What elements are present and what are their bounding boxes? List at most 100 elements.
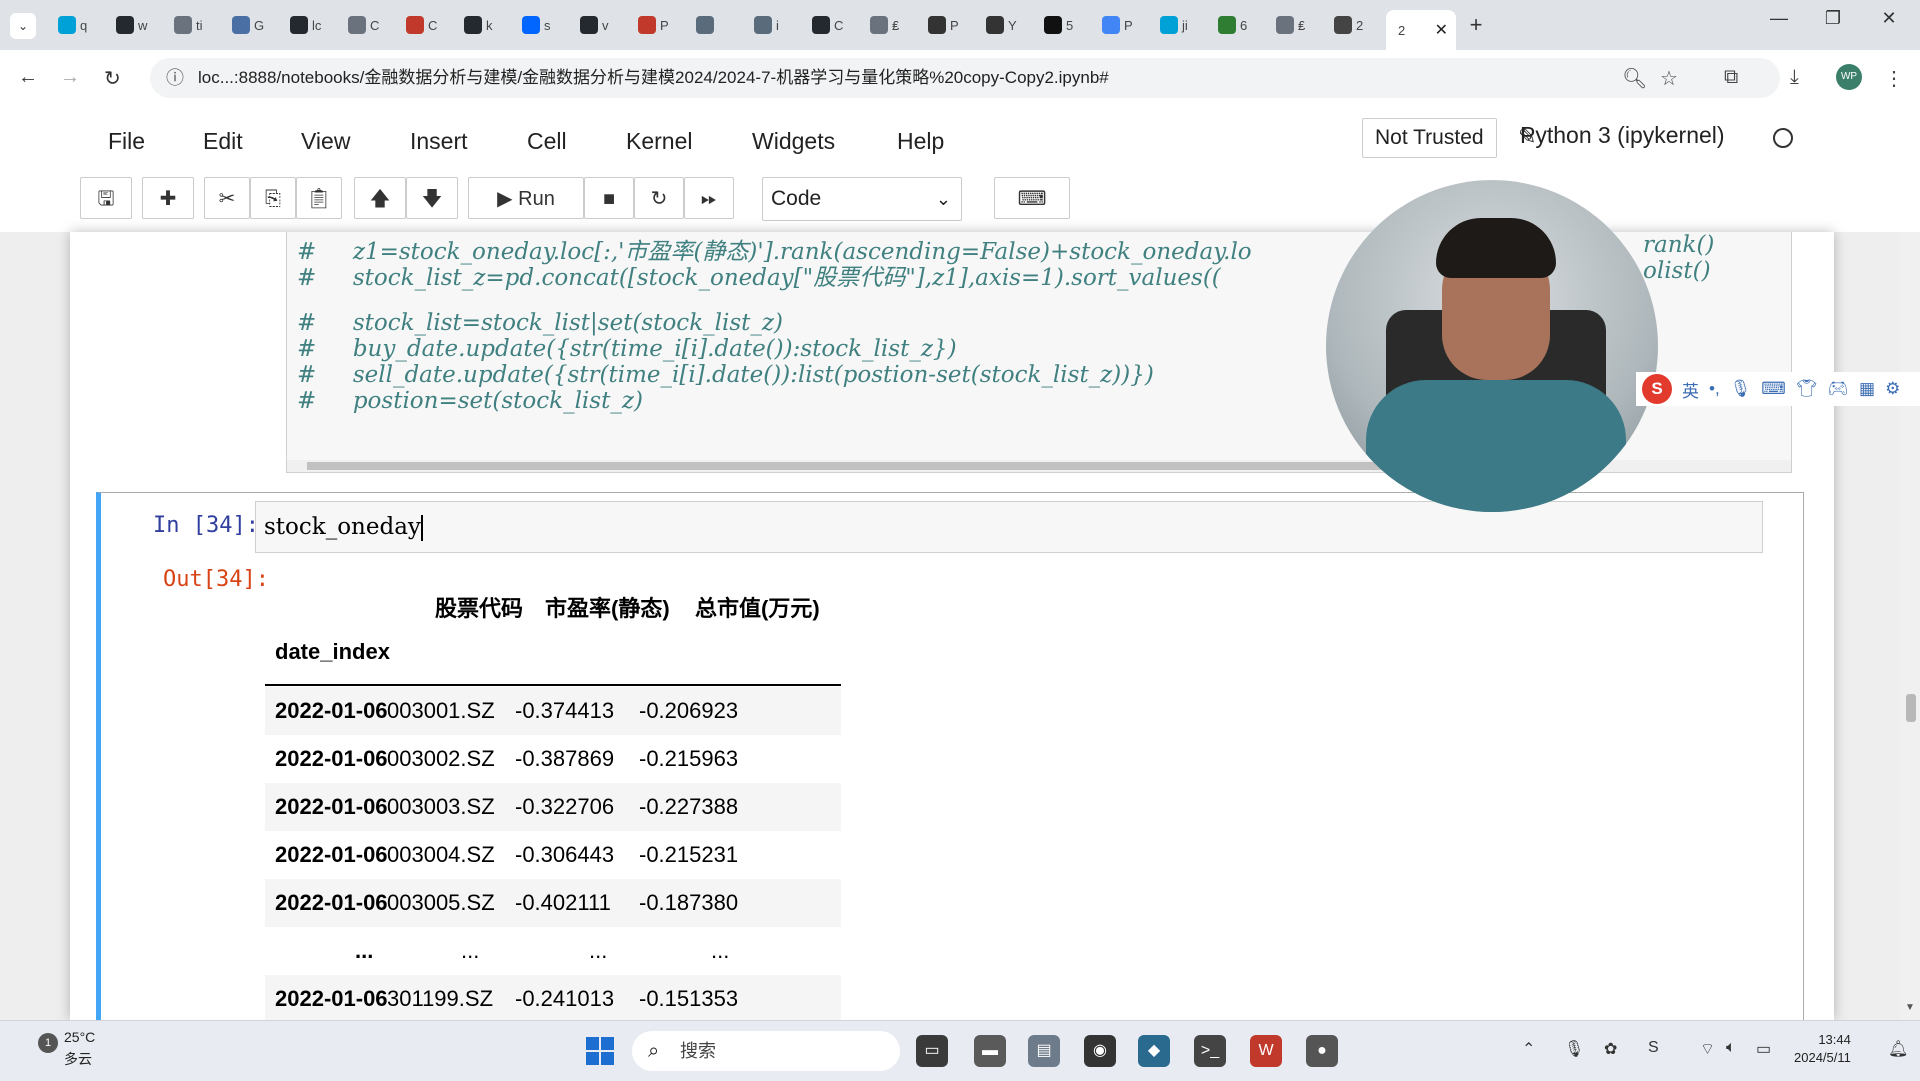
menu-file[interactable]: File [108,128,145,155]
browser-tab[interactable]: ₤ [1270,10,1328,40]
run-button[interactable]: ▶ Run [468,177,584,219]
browser-tab[interactable]: Y [980,10,1038,40]
cell-type-select[interactable]: Code ⌄ [762,177,962,221]
browser-tab-active[interactable]: 2 ✕ [1386,10,1456,50]
browser-tab[interactable]: C [806,10,864,40]
file-explorer-icon[interactable]: ▬ [974,1035,1006,1067]
scrollbar-thumb[interactable] [307,462,1407,470]
sogou-ime-logo-icon[interactable]: S [1642,374,1672,404]
terminal-icon[interactable]: >_ [1194,1035,1226,1067]
site-info-icon[interactable]: ⓘ [166,58,184,98]
settings-gear-icon[interactable]: ⚙ [1885,379,1900,399]
notification-icon[interactable]: 🔔︎ [1888,1039,1908,1059]
browser-tab[interactable]: 5 [1038,10,1096,40]
skin-icon[interactable]: 👕︎ [1796,379,1818,399]
battery-icon[interactable]: ▭ [1756,1039,1771,1059]
volume-icon[interactable]: 🔈︎ [1726,1039,1736,1057]
tray-ime-icon[interactable]: S [1648,1039,1659,1057]
tab-title: G [254,17,265,33]
forward-icon[interactable]: → [60,66,80,89]
browser-tab[interactable]: k [458,10,516,40]
reload-icon[interactable]: ↻ [104,66,121,91]
browser-tab[interactable]: q [52,10,110,40]
browser-tab[interactable]: 2 [1328,10,1386,40]
start-windows-icon[interactable] [586,1037,614,1065]
menu-cell[interactable]: Cell [527,128,567,155]
browser-tab[interactable]: P [1096,10,1154,40]
tray-mic-icon[interactable]: 🎙︎ [1564,1039,1584,1059]
browser-tab[interactable]: s [516,10,574,40]
browser-tab[interactable]: ji [1154,10,1212,40]
zoom-icon[interactable]: 🔍︎ [1622,66,1647,91]
punctuation-icon[interactable]: •, [1709,379,1720,399]
back-icon[interactable]: ← [18,66,38,89]
system-clock[interactable]: 13:44 2024/5/11 [1794,1031,1851,1067]
browser-tab[interactable]: P [922,10,980,40]
move-down-icon[interactable]: 🡇 [406,177,458,219]
chrome-icon[interactable]: ◉ [1084,1035,1116,1067]
tab-search-chevron-icon[interactable]: ⌄ [10,13,36,39]
browser-tab[interactable]: P [632,10,690,40]
task-view-icon[interactable]: ▭ [916,1035,948,1067]
close-tab-icon[interactable]: ✕ [1435,20,1448,40]
browser-tab[interactable] [690,10,748,40]
browser-tab[interactable]: C [400,10,458,40]
bookmark-star-icon[interactable]: ☆ [1660,66,1678,91]
toolbox-icon[interactable]: ▦ [1859,379,1875,399]
ime-language[interactable]: 英 [1682,377,1699,402]
extensions-icon[interactable]: ⧉ [1724,66,1738,89]
close-window-icon[interactable]: ✕ [1866,8,1912,29]
menu-view[interactable]: View [301,128,350,155]
trust-status-button[interactable]: Not Trusted [1362,118,1497,158]
menu-insert[interactable]: Insert [410,128,468,155]
browser-tab[interactable]: G [226,10,284,40]
menu-kernel[interactable]: Kernel [626,128,692,155]
kernel-name[interactable]: Python 3 (ipykernel) [1520,122,1725,149]
url-field[interactable]: ⓘ loc⁠.⁠.⁠.⁠:8⁠8⁠8⁠8/⁠n⁠o⁠t⁠ebooks/金融数据分… [150,58,1780,98]
menu-edit[interactable]: Edit [203,128,243,155]
restart-run-all-icon[interactable]: ⏩︎ [684,177,734,219]
table-cell: -0.306443 [515,842,615,867]
scrollbar-thumb[interactable] [1906,694,1916,722]
menu-help[interactable]: Help [897,128,944,155]
profile-avatar[interactable]: WP [1836,64,1862,90]
restore-icon[interactable]: ❐ [1810,8,1856,29]
restart-icon[interactable]: ↻ [634,177,684,219]
microphone-icon[interactable]: 🎙︎ [1730,379,1752,399]
active-code-cell[interactable]: In [34]: stock_oneday Out[34]: 股票代码 市盈率(… [96,492,1804,1020]
page-vertical-scrollbar[interactable]: ▼ [1900,232,1920,1020]
browser-tab[interactable]: lc [284,10,342,40]
browser-menu-icon[interactable]: ⋮ [1884,66,1904,91]
browser-tab[interactable]: 6 [1212,10,1270,40]
browser-tab[interactable]: ti [168,10,226,40]
record-icon[interactable]: ● [1306,1035,1338,1067]
tray-overflow-icon[interactable]: ⌃ [1522,1039,1535,1059]
scroll-down-arrow-icon[interactable]: ▼ [1905,1002,1915,1013]
download-icon[interactable]: ⤓ [1790,66,1799,89]
new-tab-icon[interactable]: + [1456,10,1496,40]
insert-cell-icon[interactable]: ✚ [142,177,194,219]
browser-tab[interactable]: i [748,10,806,40]
fork-icon [174,16,192,34]
app-icon[interactable]: ◆ [1138,1035,1170,1067]
browser-tab[interactable]: C [342,10,400,40]
app-icon[interactable]: ▤ [1028,1035,1060,1067]
browser-tab[interactable]: v [574,10,632,40]
move-up-icon[interactable]: 🡅 [354,177,406,219]
wifi-icon[interactable]: ⌔ [1700,1039,1715,1059]
minimize-icon[interactable]: — [1756,8,1802,29]
menu-widgets[interactable]: Widgets [752,128,835,155]
cut-icon[interactable]: ✂ [204,177,250,219]
game-icon[interactable]: 🎮︎ [1827,379,1849,399]
browser-tab[interactable]: w [110,10,168,40]
taskbar-search[interactable]: ⌕ 搜索 [632,1031,900,1071]
keyboard-shortcuts-icon[interactable]: ⌨ [994,177,1070,219]
interrupt-icon[interactable]: ■ [584,177,634,219]
browser-tab[interactable]: ₤ [864,10,922,40]
wps-icon[interactable]: W [1250,1035,1282,1067]
keyboard-icon[interactable]: ⌨ [1761,379,1786,399]
copy-icon[interactable]: ⎘ [250,177,296,219]
tray-app-icon[interactable]: ✿ [1604,1039,1617,1059]
paste-icon[interactable]: 📋︎ [296,177,342,219]
save-icon[interactable]: 🖫 [80,177,132,219]
